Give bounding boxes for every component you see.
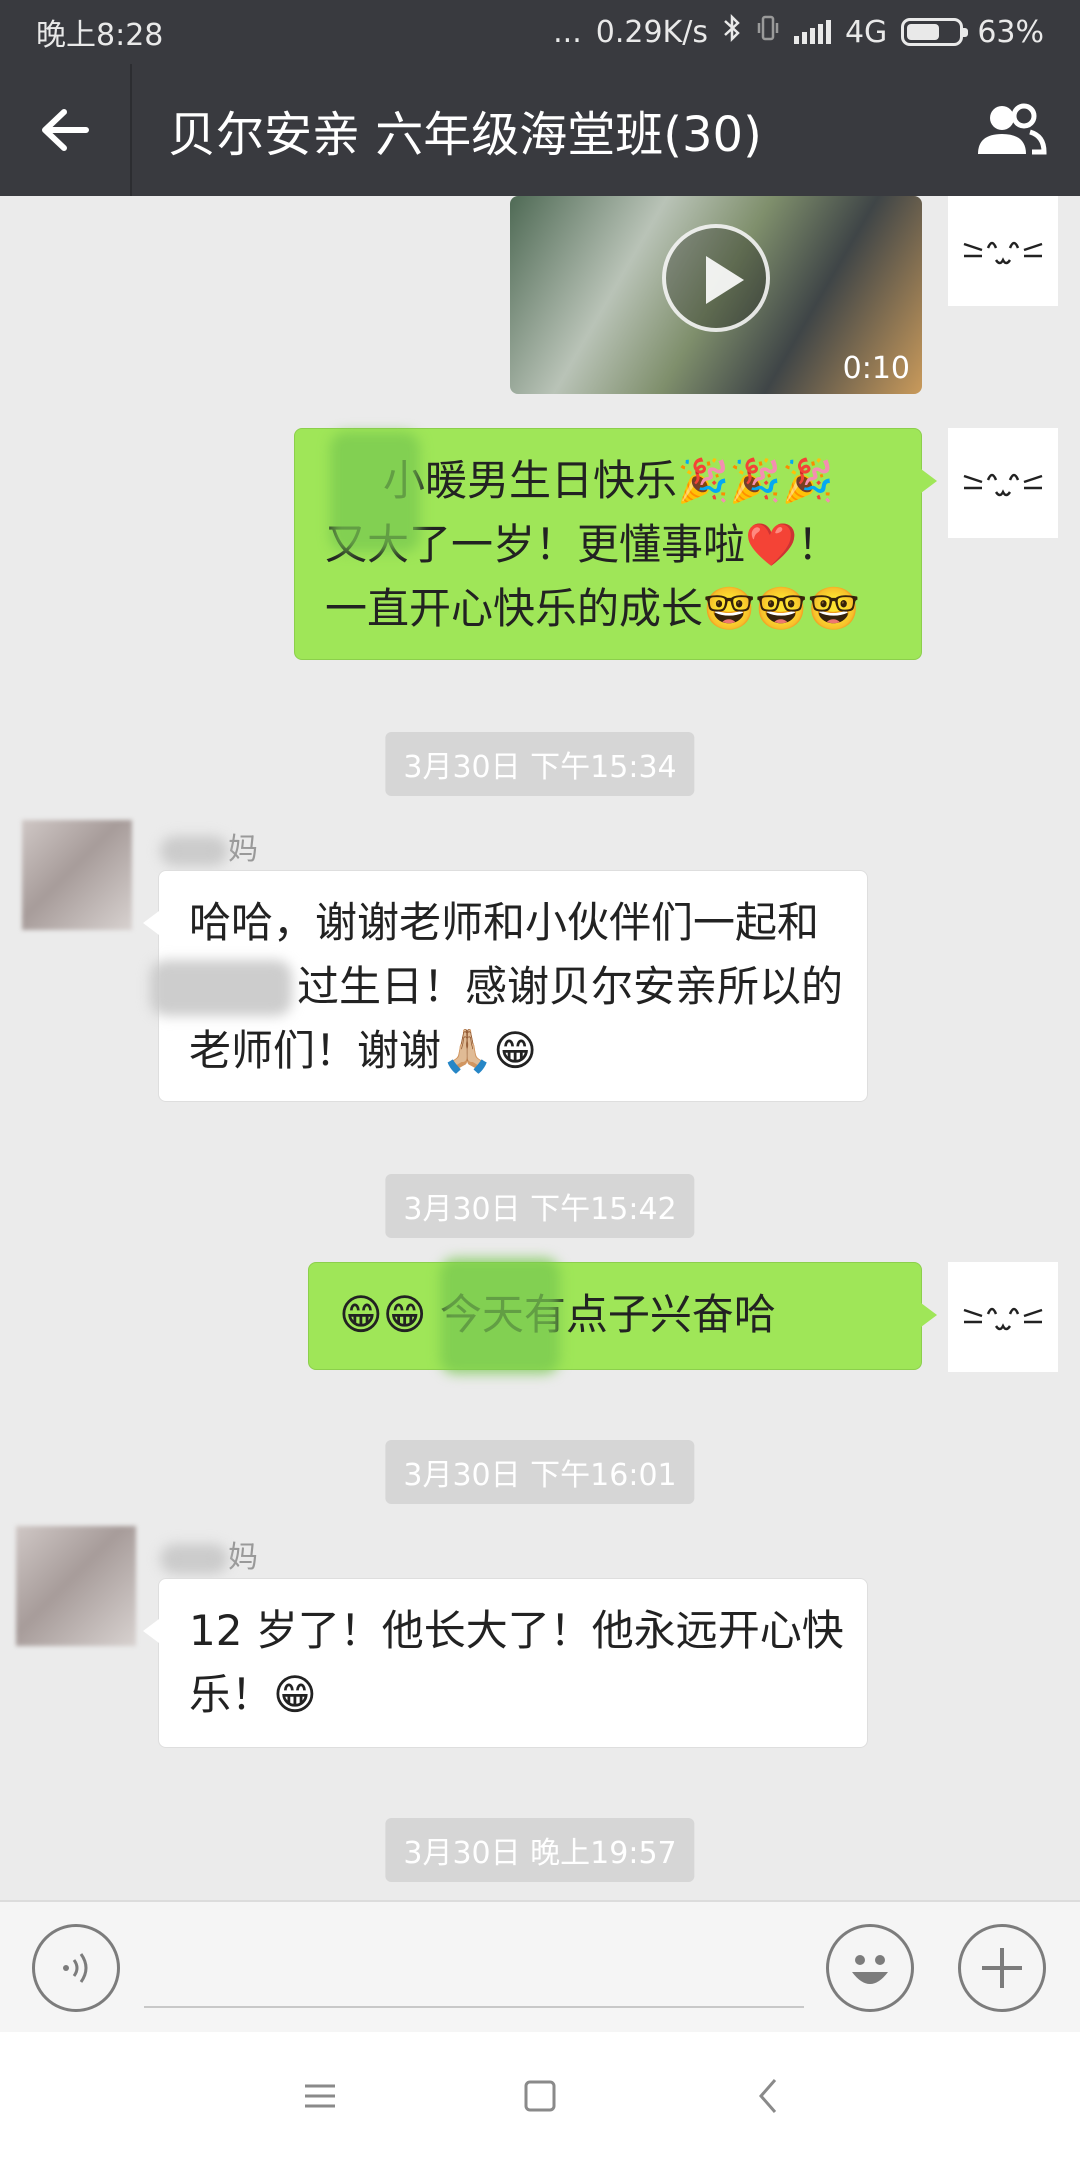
battery-fill [907,24,939,40]
status-bar: 晚上8:28 ... 0.29K/s 4G 63% [0,0,1080,64]
message-line: 乐！😁 [189,1670,317,1719]
message-line: 12 岁了！他长大了！他永远开心快 [189,1606,844,1655]
cat-face-icon [963,473,1043,497]
chat-header: 贝尔安亲 六年级海堂班(30) [0,64,1080,196]
bluetooth-icon [722,13,742,51]
status-dots: ... [553,14,582,50]
group-icon [978,103,1047,155]
cat-face-icon [963,241,1043,265]
sender-name: 妈 [160,824,258,868]
redaction-mark [150,960,292,1016]
home-icon [524,2080,556,2112]
redaction-mark [330,432,420,552]
timestamp: 3月30日 下午15:42 [385,1174,695,1238]
my-avatar[interactable] [948,1262,1058,1372]
signal-icon [793,20,831,44]
more-button[interactable] [958,1924,1046,2012]
message-line: 😁😁 今天有点子兴奋哈 [339,1290,776,1339]
redaction-mark [440,1258,560,1374]
sent-message-bubble[interactable]: 😁😁 今天有点子兴奋哈 [308,1262,937,1370]
home-button[interactable] [510,2066,570,2126]
arrow-left-icon [42,109,89,151]
menu-button[interactable] [290,2066,350,2126]
plus-icon [982,1948,1022,1988]
group-members-button[interactable] [940,64,1080,196]
menu-icon [305,2084,335,2108]
play-icon[interactable] [662,224,770,332]
video-duration: 0:10 [842,351,910,386]
message-line: 老师们！谢谢🙏🏼😁 [189,1026,538,1075]
vibrate-icon [756,14,780,50]
message-input[interactable] [144,2006,804,2008]
sender-name: 妈 [160,1532,258,1576]
back-button[interactable] [0,64,132,196]
battery-icon [901,18,969,46]
message-list[interactable]: 0:10 小暖男生日快乐🎉🎉🎉 又大了一岁！更懂事啦❤️！ 一直开心快乐的成长🤓… [0,196,1080,1900]
back-icon [759,2079,777,2113]
system-back-button[interactable] [738,2066,798,2126]
my-avatar[interactable] [948,196,1058,306]
voice-input-button[interactable] [32,1924,120,2012]
battery-percent: 63% [977,14,1044,50]
chat-title: 贝尔安亲 六年级海堂班(30) [168,107,762,163]
voice-icon [63,1953,88,1983]
timestamp: 3月30日 下午15:34 [385,732,695,796]
network-type: 4G [844,14,888,50]
message-line: 一直开心快乐的成长🤓🤓🤓 [325,584,860,633]
status-time: 晚上8:28 [36,18,164,53]
message-line: 哈哈，谢谢老师和小伙伴们一起和 [189,898,820,947]
emoji-button[interactable] [826,1924,914,2012]
timestamp: 3月30日 下午16:01 [385,1440,695,1504]
network-speed: 0.29K/s [595,14,708,50]
system-nav-bar [0,2032,1080,2160]
sender-avatar[interactable] [22,820,132,930]
video-message[interactable]: 0:10 [510,196,922,394]
input-bar [0,1900,1080,2032]
received-message-bubble[interactable]: 12 岁了！他长大了！他永远开心快 乐！😁 [143,1578,868,1748]
timestamp: 3月30日 晚上19:57 [385,1818,695,1882]
cat-face-icon [963,1307,1043,1331]
sender-avatar[interactable] [16,1526,136,1646]
my-avatar[interactable] [948,428,1058,538]
smiley-icon [852,1955,888,1984]
